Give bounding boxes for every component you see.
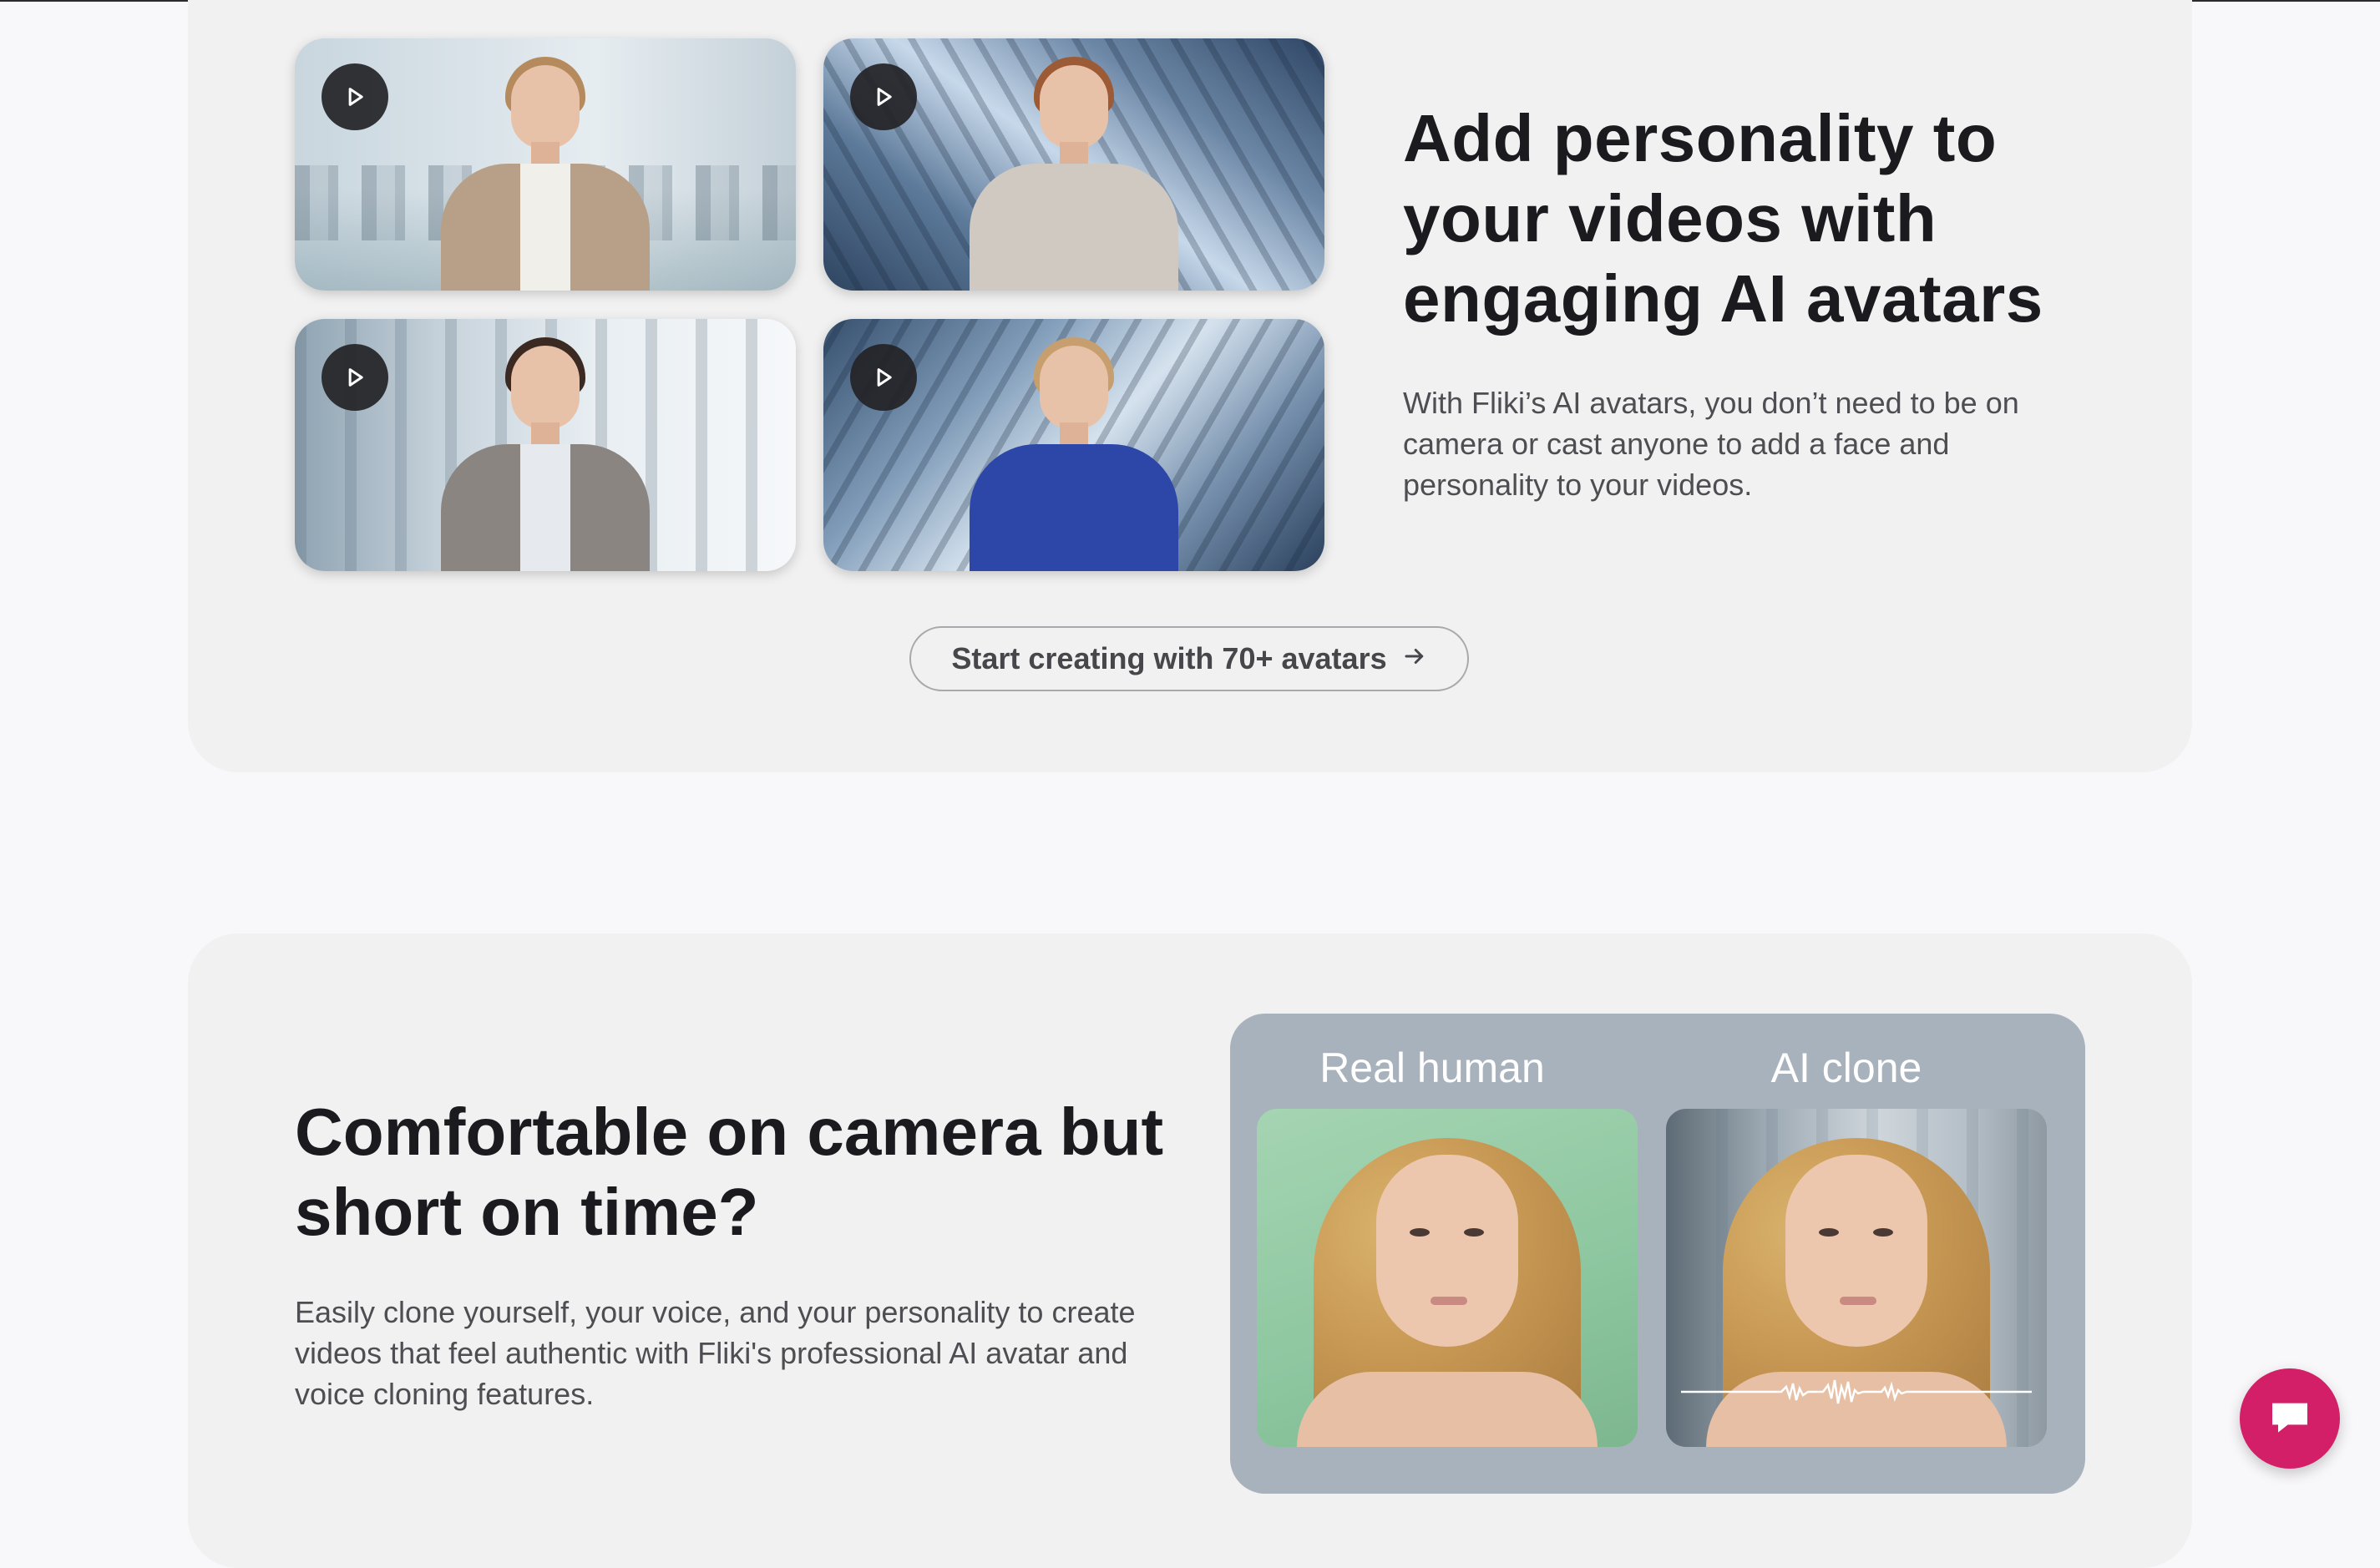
play-icon[interactable]: [850, 63, 917, 130]
avatar-figure: [437, 48, 654, 291]
start-creating-label: Start creating with 70+ avatars: [951, 641, 1387, 675]
chat-button[interactable]: [2240, 1368, 2340, 1469]
clone-description: Easily clone yourself, your voice, and y…: [295, 1295, 1136, 1411]
avatar-video-4[interactable]: [823, 319, 1324, 571]
play-icon[interactable]: [322, 63, 388, 130]
avatars-headline: Add personality to your videos with enga…: [1403, 101, 2043, 336]
real-human-label: Real human: [1319, 1044, 1545, 1091]
avatars-description: With Fliki’s AI avatars, you don’t need …: [1403, 386, 2019, 502]
ai-clone-label: AI clone: [1770, 1044, 1922, 1091]
start-creating-button[interactable]: Start creating with 70+ avatars: [909, 626, 1469, 691]
chat-bubble-icon: [2266, 1393, 2313, 1444]
avatar-figure: [437, 329, 654, 571]
clone-comparison-panel: Real human AI clone: [1230, 1014, 2085, 1494]
avatar-video-1[interactable]: [295, 38, 796, 291]
avatar-figure: [965, 329, 1182, 571]
play-icon[interactable]: [322, 344, 388, 411]
real-human-video[interactable]: [1257, 1109, 1638, 1447]
audio-waveform-icon: [1681, 1379, 2032, 1404]
avatar-video-2[interactable]: [823, 38, 1324, 291]
avatar-video-3[interactable]: [295, 319, 796, 571]
woman-face: [1297, 1121, 1598, 1447]
avatar-figure: [965, 48, 1182, 291]
play-icon[interactable]: [850, 344, 917, 411]
clone-headline: Comfortable on camera but short on time?: [295, 1095, 1164, 1249]
ai-clone-video[interactable]: [1666, 1109, 2047, 1447]
arrow-right-icon: [1402, 641, 1427, 676]
